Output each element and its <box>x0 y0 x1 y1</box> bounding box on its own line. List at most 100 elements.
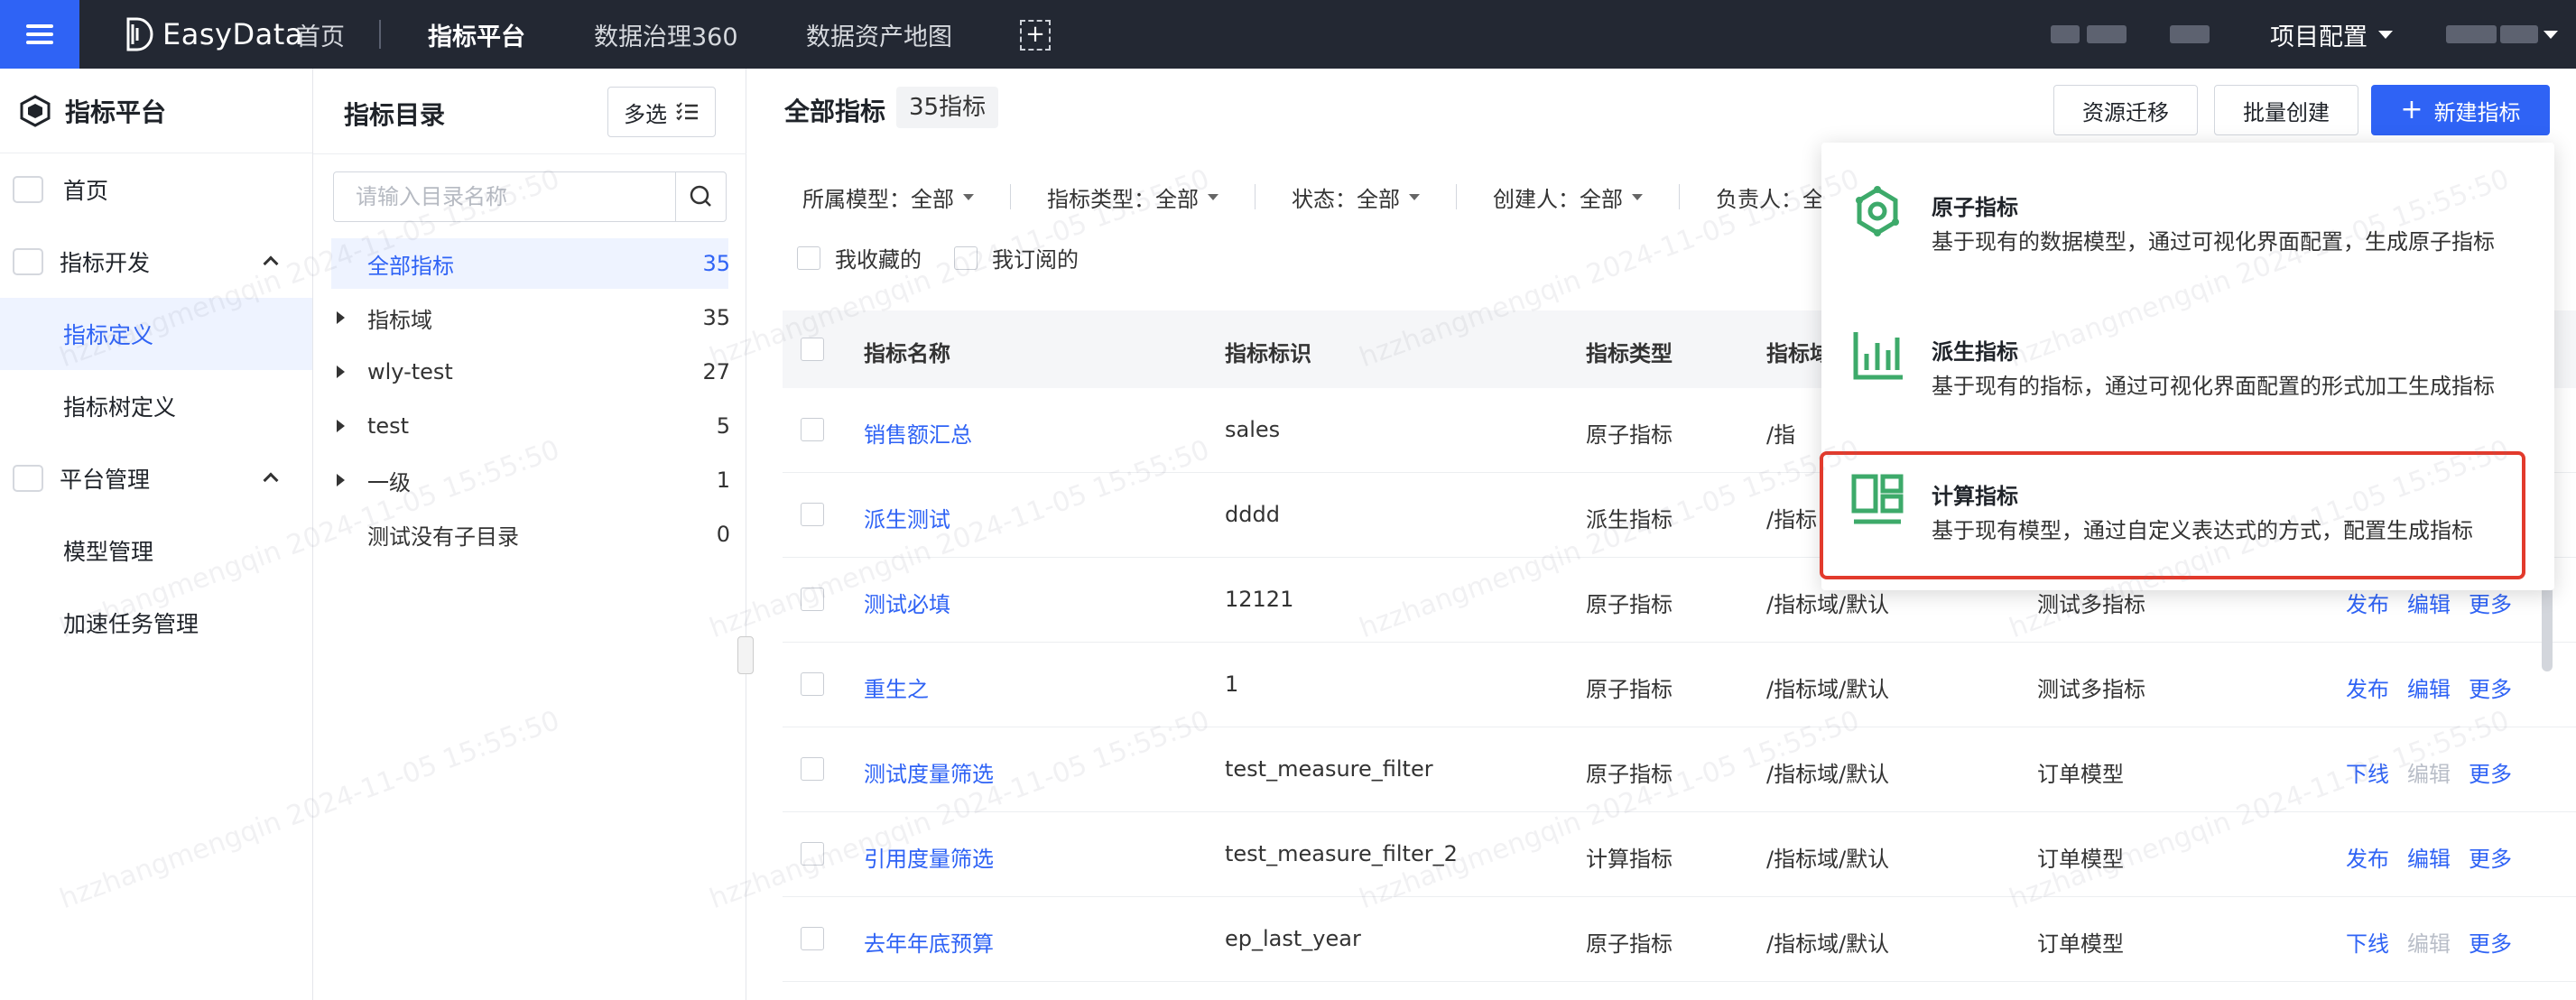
tree-item-all[interactable]: 全部指标 35 <box>331 238 730 289</box>
migrate-button[interactable]: 资源迁移 <box>2053 85 2198 135</box>
tree-label: 全部指标 <box>367 253 454 279</box>
tree-count: 5 <box>716 413 730 439</box>
caret-right-icon[interactable] <box>337 420 345 432</box>
caret-right-icon[interactable] <box>337 474 345 486</box>
directory-search <box>333 171 727 222</box>
subscribed-label: 我订阅的 <box>992 247 1079 273</box>
top-bar: EasyData 首页 指标平台 数据治理360 数据资产地图 + 项目配置 <box>0 0 2576 69</box>
more-action[interactable]: 更多 <box>2469 587 2512 618</box>
row-checkbox[interactable] <box>801 757 824 781</box>
add-tab-icon[interactable]: + <box>1020 20 1051 51</box>
select-all-checkbox[interactable] <box>801 338 824 361</box>
nav-metric-platform[interactable]: 指标平台 <box>428 0 525 69</box>
caret-down-icon <box>2378 30 2393 39</box>
filter-creator[interactable]: 创建人：全部 <box>1493 181 1643 213</box>
table-row[interactable]: 测试度量筛选 test_measure_filter 原子指标 /指标域/默认 … <box>783 727 2576 812</box>
row-checkbox[interactable] <box>801 927 824 950</box>
metric-name-link[interactable]: 派生测试 <box>864 502 950 533</box>
menu-item-derived-metric[interactable]: 派生指标 基于现有的指标，通过可视化界面配置的形式加工生成指标 <box>1821 287 2554 431</box>
new-metric-button[interactable]: + 新建指标 <box>2371 85 2550 135</box>
more-action[interactable]: 更多 <box>2469 841 2512 873</box>
more-action[interactable]: 更多 <box>2469 926 2512 958</box>
offline-action[interactable]: 下线 <box>2346 926 2389 958</box>
row-checkbox[interactable] <box>801 418 824 441</box>
metric-name-link[interactable]: 销售额汇总 <box>864 417 972 449</box>
edit-action[interactable]: 编辑 <box>2407 587 2451 618</box>
more-action[interactable]: 更多 <box>2469 756 2512 788</box>
leftnav-item-home[interactable]: 首页 <box>0 153 312 226</box>
filter-type[interactable]: 指标类型：全部 <box>1047 181 1219 213</box>
metric-name-link[interactable]: 测试度量筛选 <box>864 756 994 788</box>
tree-item-domain[interactable]: 指标域 35 <box>313 292 745 343</box>
metric-name-link[interactable]: 重生之 <box>864 671 929 703</box>
nav-data-asset-map[interactable]: 数据资产地图 <box>806 0 952 69</box>
filter-status[interactable]: 状态：全部 <box>1292 181 1420 213</box>
directory-search-input[interactable] <box>334 172 677 221</box>
caret-down-icon <box>1208 193 1219 200</box>
directory-panel: 指标目录 多选 全部指标 35 指标域 35 wly-test 27 <box>313 69 746 1000</box>
leftnav-group-platform[interactable]: 平台管理 <box>0 442 312 514</box>
publish-action[interactable]: 发布 <box>2346 671 2389 703</box>
tree-item-test[interactable]: test 5 <box>313 401 745 451</box>
redacted-account-2[interactable] <box>2500 25 2538 43</box>
filter-divider <box>1679 184 1680 209</box>
edit-action[interactable]: 编辑 <box>2407 671 2451 703</box>
multi-select-label: 多选 <box>624 101 667 127</box>
project-config-dropdown[interactable]: 项目配置 <box>2270 0 2393 69</box>
menu-item-title: 派生指标 <box>1932 339 2018 365</box>
column-header: 指标类型 <box>1586 341 1673 366</box>
publish-action[interactable]: 发布 <box>2346 841 2389 873</box>
metric-name-link[interactable]: 测试必填 <box>864 587 950 618</box>
search-icon <box>690 185 711 207</box>
multi-select-button[interactable]: 多选 <box>607 87 716 137</box>
metric-id: 1 <box>1225 671 1239 697</box>
hamburger-menu-button[interactable] <box>0 0 79 69</box>
tree-item-no-subdir[interactable]: 测试没有子目录 0 <box>313 509 745 560</box>
fav-checkbox[interactable] <box>797 245 820 270</box>
tree-label: wly-test <box>367 359 453 384</box>
tree-item-level1[interactable]: 一级 1 <box>313 455 745 505</box>
leftnav-item-metric-tree[interactable]: 指标树定义 <box>0 370 312 442</box>
leftnav-dev-label: 指标开发 <box>60 250 151 276</box>
table-row[interactable]: 引用度量筛选 test_measure_filter_2 计算指标 /指标域/默… <box>783 812 2576 897</box>
account-caret-icon[interactable] <box>2544 31 2558 39</box>
leftnav-item-model[interactable]: 模型管理 <box>0 514 312 587</box>
leftnav-model-label: 模型管理 <box>63 539 154 565</box>
filter-model[interactable]: 所属模型：全部 <box>802 181 974 213</box>
nav-data-governance[interactable]: 数据治理360 <box>594 0 738 69</box>
menu-item-desc: 基于现有的指标，通过可视化界面配置的形式加工生成指标 <box>1932 374 2495 399</box>
metric-name-link[interactable]: 去年年底预算 <box>864 926 994 958</box>
search-button[interactable] <box>675 172 726 221</box>
row-checkbox[interactable] <box>801 503 824 526</box>
leftnav-item-accel-task[interactable]: 加速任务管理 <box>0 587 312 659</box>
batch-create-button[interactable]: 批量创建 <box>2214 85 2358 135</box>
row-checkbox[interactable] <box>801 588 824 611</box>
offline-action[interactable]: 下线 <box>2346 756 2389 788</box>
caret-down-icon <box>1409 193 1420 200</box>
publish-action[interactable]: 发布 <box>2346 587 2389 618</box>
code-icon <box>13 248 43 275</box>
leftnav-item-metric-definition[interactable]: 指标定义 <box>0 298 312 370</box>
easydata-logo-icon <box>126 17 153 51</box>
metric-domain: /指标 <box>1766 507 1818 532</box>
edit-action[interactable]: 编辑 <box>2407 841 2451 873</box>
menu-item-atomic-metric[interactable]: 原子指标 基于现有的数据模型，通过可视化界面配置，生成原子指标 <box>1821 143 2554 287</box>
row-checkbox[interactable] <box>801 672 824 696</box>
tree-label: 一级 <box>367 469 411 495</box>
more-action[interactable]: 更多 <box>2469 671 2512 703</box>
filter-bar: 所属模型：全部 指标类型：全部 状态：全部 创建人：全部 负责人：全 <box>802 179 1860 215</box>
table-row[interactable]: 重生之 1 原子指标 /指标域/默认 测试多指标 发布 编辑 更多 <box>783 643 2576 727</box>
caret-right-icon[interactable] <box>337 366 345 378</box>
brand-logo[interactable]: EasyData <box>125 13 303 56</box>
metric-name-link[interactable]: 引用度量筛选 <box>864 841 994 873</box>
row-checkbox[interactable] <box>801 842 824 866</box>
metric-type: 原子指标 <box>1586 422 1673 448</box>
leftnav-group-dev[interactable]: 指标开发 <box>0 226 312 298</box>
tree-item-wly-test[interactable]: wly-test 27 <box>313 347 745 397</box>
table-row[interactable]: 去年年底预算 ep_last_year 原子指标 /指标域/默认 订单模型 下线… <box>783 897 2576 982</box>
subscribed-checkbox[interactable] <box>954 245 978 270</box>
nav-home[interactable]: 首页 <box>296 0 345 69</box>
caret-right-icon[interactable] <box>337 311 345 324</box>
filter-owner[interactable]: 负责人：全 <box>1716 181 1824 213</box>
list-check-icon <box>676 102 698 121</box>
